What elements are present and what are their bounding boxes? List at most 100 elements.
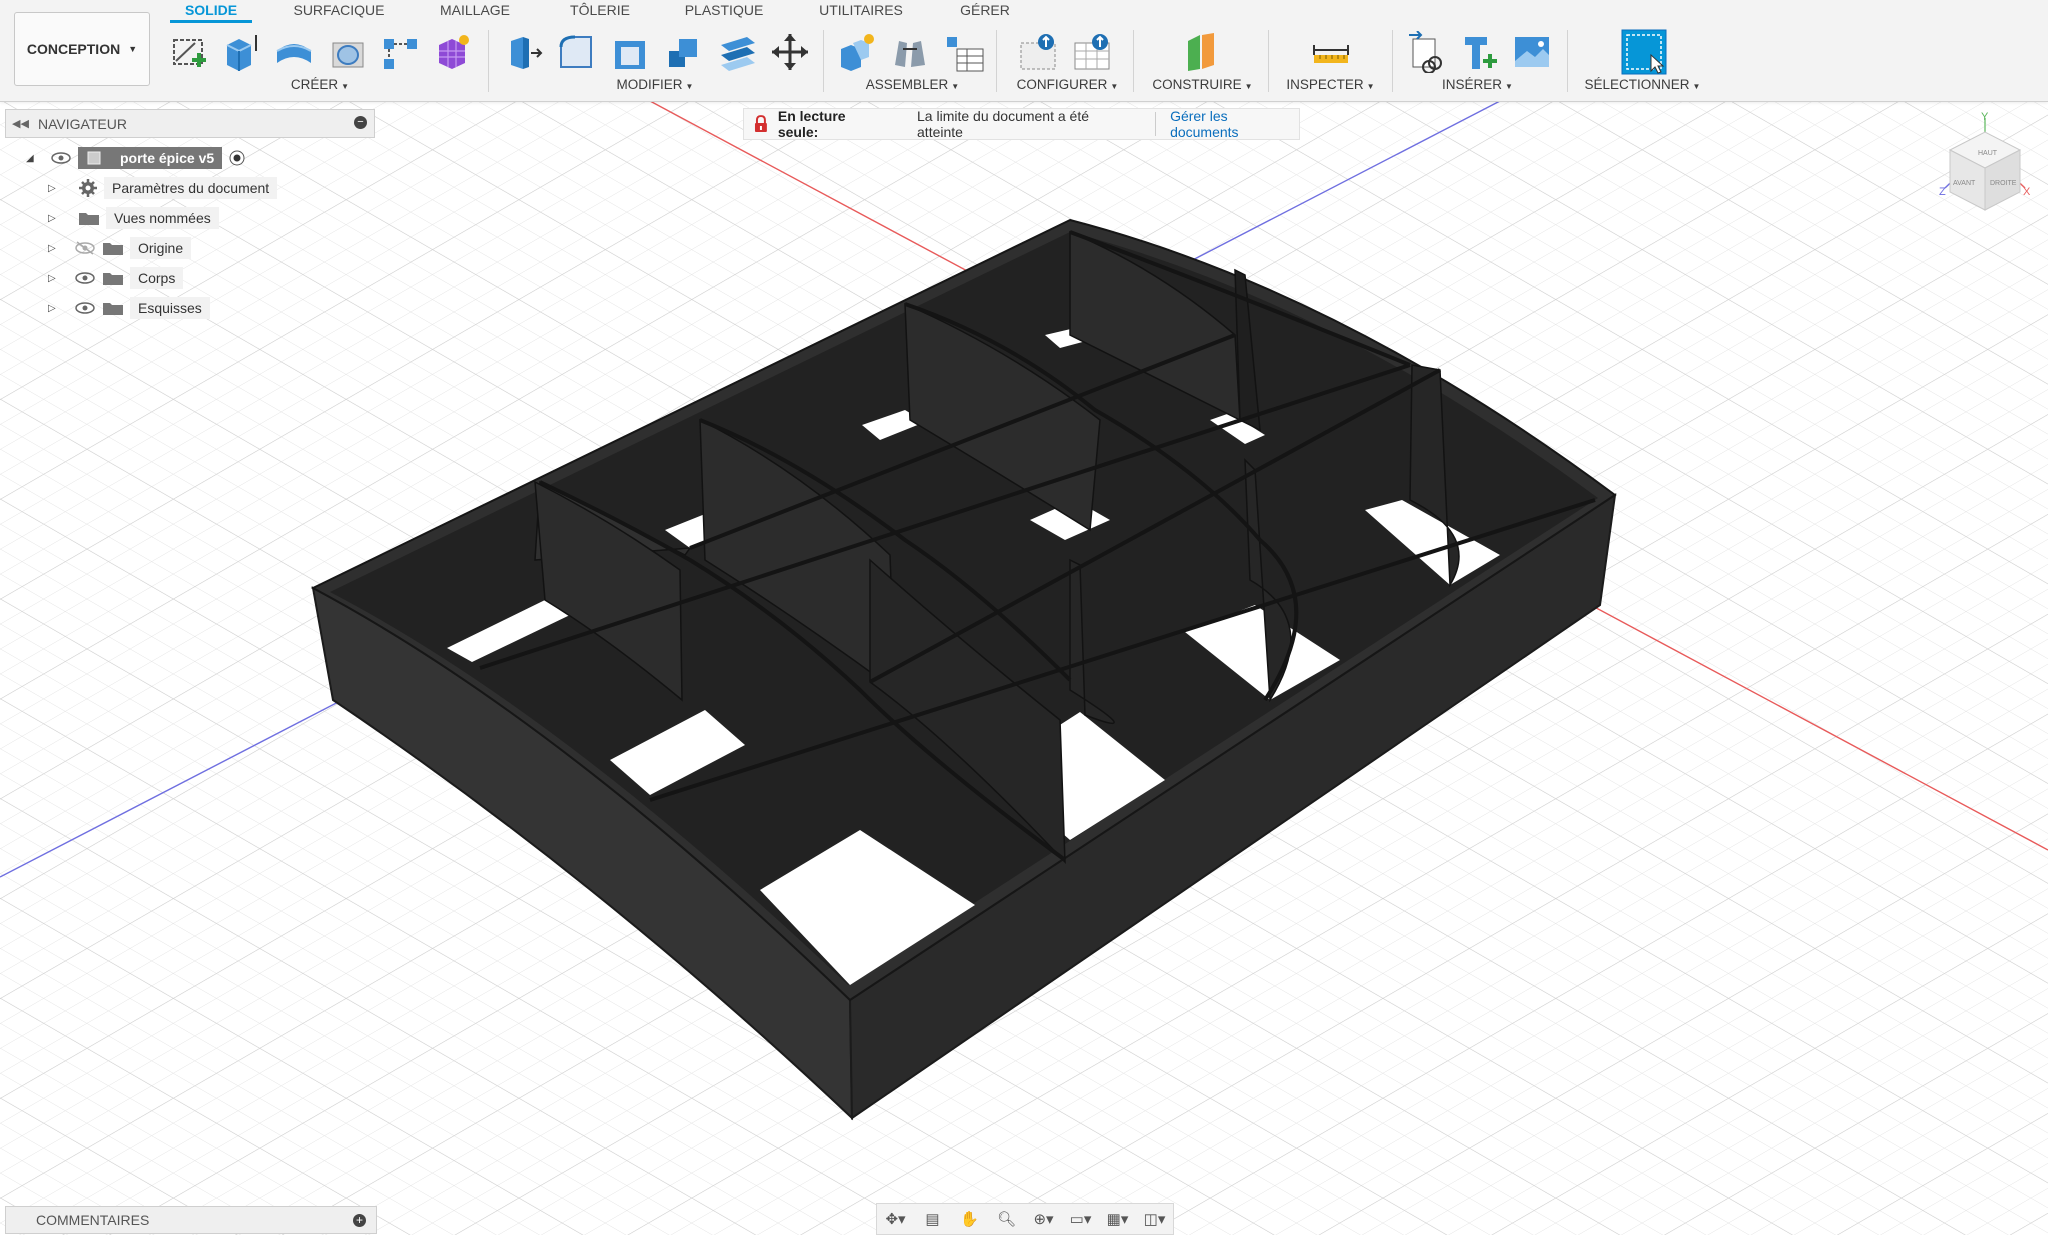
group-assembler-dropdown[interactable]: ASSEMBLER ▼: [855, 77, 970, 95]
insert-link-icon[interactable]: [1404, 28, 1448, 76]
navigation-bar: ✥▾ ▤ ✋ 🔍︎ ⊕▾ ▭▾ ▦▾ ◫▾: [876, 1203, 1174, 1235]
axis-z-label: Z: [1939, 186, 1946, 198]
expand-triangle-icon[interactable]: ▷: [48, 213, 60, 224]
measure-icon[interactable]: [1309, 28, 1353, 76]
minimize-icon[interactable]: −: [354, 116, 367, 129]
parameters-icon[interactable]: [1016, 28, 1060, 76]
group-construire-dropdown[interactable]: CONSTRUIRE ▼: [1145, 77, 1260, 95]
browser-item-label: Corps: [130, 267, 184, 289]
active-radio-icon[interactable]: [228, 149, 246, 167]
visibility-eye-icon[interactable]: [50, 151, 72, 165]
readonly-label: En lecture seule:: [777, 108, 846, 140]
tab-plastique[interactable]: PLASTIQUE: [676, 2, 772, 22]
tab-maillage[interactable]: MAILLAGE: [430, 2, 520, 22]
tab-surfacique[interactable]: SURFACIQUE: [284, 2, 394, 22]
press-pull-icon[interactable]: [500, 28, 544, 76]
folder-icon: [103, 273, 123, 285]
document-icon: [87, 151, 101, 165]
bom-icon[interactable]: [942, 28, 986, 76]
plane-icon[interactable]: [1179, 28, 1223, 76]
viewcube-front-label: AVANT: [1953, 180, 1976, 187]
fillet-icon[interactable]: [554, 28, 598, 76]
gear-icon: [79, 179, 97, 197]
banner-divider: [1155, 112, 1157, 136]
fit-zoom-icon[interactable]: ⊕▾: [1029, 1208, 1059, 1230]
canvas-icon[interactable]: [1510, 28, 1554, 76]
browser-item-esquisses[interactable]: ▷ Esquisses: [48, 295, 210, 321]
active-tab-indicator: [170, 20, 252, 23]
visibility-eye-icon[interactable]: [74, 271, 96, 285]
combine-icon[interactable]: [662, 28, 706, 76]
sketch-icon[interactable]: [166, 28, 210, 76]
configure-table-icon[interactable]: [1070, 28, 1114, 76]
select-icon[interactable]: [1620, 28, 1668, 76]
zoom-icon[interactable]: 🔍︎: [992, 1208, 1022, 1230]
viewcube-top-label: HAUT: [1978, 150, 1998, 157]
manage-documents-link[interactable]: Gérer les documents: [1170, 108, 1299, 140]
move-icon[interactable]: [768, 28, 812, 76]
readonly-banner: En lecture seule: La limite du document …: [743, 108, 1300, 140]
display-settings-icon[interactable]: ▭▾: [1066, 1208, 1096, 1230]
browser-item-vues[interactable]: ▷ Vues nommées: [48, 205, 219, 231]
browser-root-row[interactable]: ◢ porte épice v5: [26, 145, 246, 171]
workspace-label: CONCEPTION: [26, 41, 121, 57]
browser-item-label: Origine: [130, 237, 192, 259]
toolbar: CONCEPTION ▼ SOLIDE SURFACIQUE MAILLAGE T…: [0, 0, 2048, 102]
pattern-icon[interactable]: [378, 28, 422, 76]
browser-item-origine[interactable]: ▷ Origine: [48, 235, 192, 261]
visibility-hidden-eye-icon[interactable]: [74, 241, 96, 255]
browser-header[interactable]: ◀◀ NAVIGATEUR −: [5, 109, 375, 138]
toolbar-separator: [1392, 30, 1393, 92]
hole-icon[interactable]: [326, 28, 370, 76]
axis-x-label: X: [2023, 186, 2031, 198]
browser-panel: ◀◀ NAVIGATEUR −: [5, 109, 375, 138]
group-inserer-dropdown[interactable]: INSÉRER ▼: [1420, 77, 1535, 95]
group-configurer-dropdown[interactable]: CONFIGURER ▼: [1010, 77, 1125, 95]
toolbar-separator: [996, 30, 997, 92]
offset-face-icon[interactable]: [716, 28, 760, 76]
expand-triangle-icon[interactable]: ▷: [48, 243, 60, 254]
look-at-icon[interactable]: ▤: [918, 1208, 948, 1230]
new-component-icon[interactable]: [834, 28, 878, 76]
extrude-icon[interactable]: [218, 28, 262, 76]
toolbar-separator: [1567, 30, 1568, 92]
collapse-panel-icon[interactable]: ◀◀: [12, 117, 30, 130]
group-inspecter-dropdown[interactable]: INSPECTER ▼: [1278, 77, 1383, 95]
viewcube-right-label: DROITE: [1990, 180, 2017, 187]
add-comment-icon[interactable]: +: [353, 1214, 366, 1227]
tab-tolerie[interactable]: TÔLERIE: [558, 2, 642, 22]
group-modifier-dropdown[interactable]: MODIFIER ▼: [600, 77, 710, 95]
joint-icon[interactable]: [888, 28, 932, 76]
tab-gerer[interactable]: GÉRER: [948, 2, 1022, 22]
workspace-switcher-button[interactable]: CONCEPTION ▼: [14, 12, 150, 86]
orbit-icon[interactable]: ✥▾: [881, 1208, 911, 1230]
browser-item-corps[interactable]: ▷ Corps: [48, 265, 184, 291]
insert-mcmaster-icon[interactable]: [1458, 28, 1502, 76]
form-icon[interactable]: [430, 28, 474, 76]
lock-icon: [754, 115, 767, 132]
revolve-icon[interactable]: [272, 28, 316, 76]
tab-solide[interactable]: SOLIDE: [170, 2, 252, 22]
group-selectionner-dropdown[interactable]: SÉLECTIONNER ▼: [1580, 77, 1705, 95]
group-creer-dropdown[interactable]: CRÉER ▼: [265, 77, 375, 95]
document-node[interactable]: porte épice v5: [78, 147, 223, 169]
browser-item-parametres[interactable]: ▷ Paramètres du document: [48, 175, 278, 201]
expand-triangle-icon[interactable]: ◢: [26, 153, 38, 164]
pan-hand-icon[interactable]: ✋: [955, 1208, 985, 1230]
comments-title: COMMENTAIRES: [36, 1212, 150, 1228]
canvas-viewport[interactable]: HAUT AVANT DROITE Y X Z: [0, 0, 2048, 1235]
toolbar-separator: [823, 30, 824, 92]
tab-utilitaires[interactable]: UTILITAIRES: [806, 2, 916, 22]
grid-settings-icon[interactable]: ▦▾: [1103, 1208, 1133, 1230]
expand-triangle-icon[interactable]: ▷: [48, 303, 60, 314]
shell-icon[interactable]: [608, 28, 652, 76]
root-document-label: porte épice v5: [120, 150, 215, 166]
comments-panel[interactable]: COMMENTAIRES +: [5, 1206, 377, 1234]
browser-item-label: Paramètres du document: [104, 177, 278, 199]
expand-triangle-icon[interactable]: ▷: [48, 183, 60, 194]
expand-triangle-icon[interactable]: ▷: [48, 273, 60, 284]
readonly-message: La limite du document a été atteinte: [917, 108, 1090, 140]
viewports-icon[interactable]: ◫▾: [1140, 1208, 1170, 1230]
folder-icon: [103, 303, 123, 315]
visibility-eye-icon[interactable]: [74, 301, 96, 315]
